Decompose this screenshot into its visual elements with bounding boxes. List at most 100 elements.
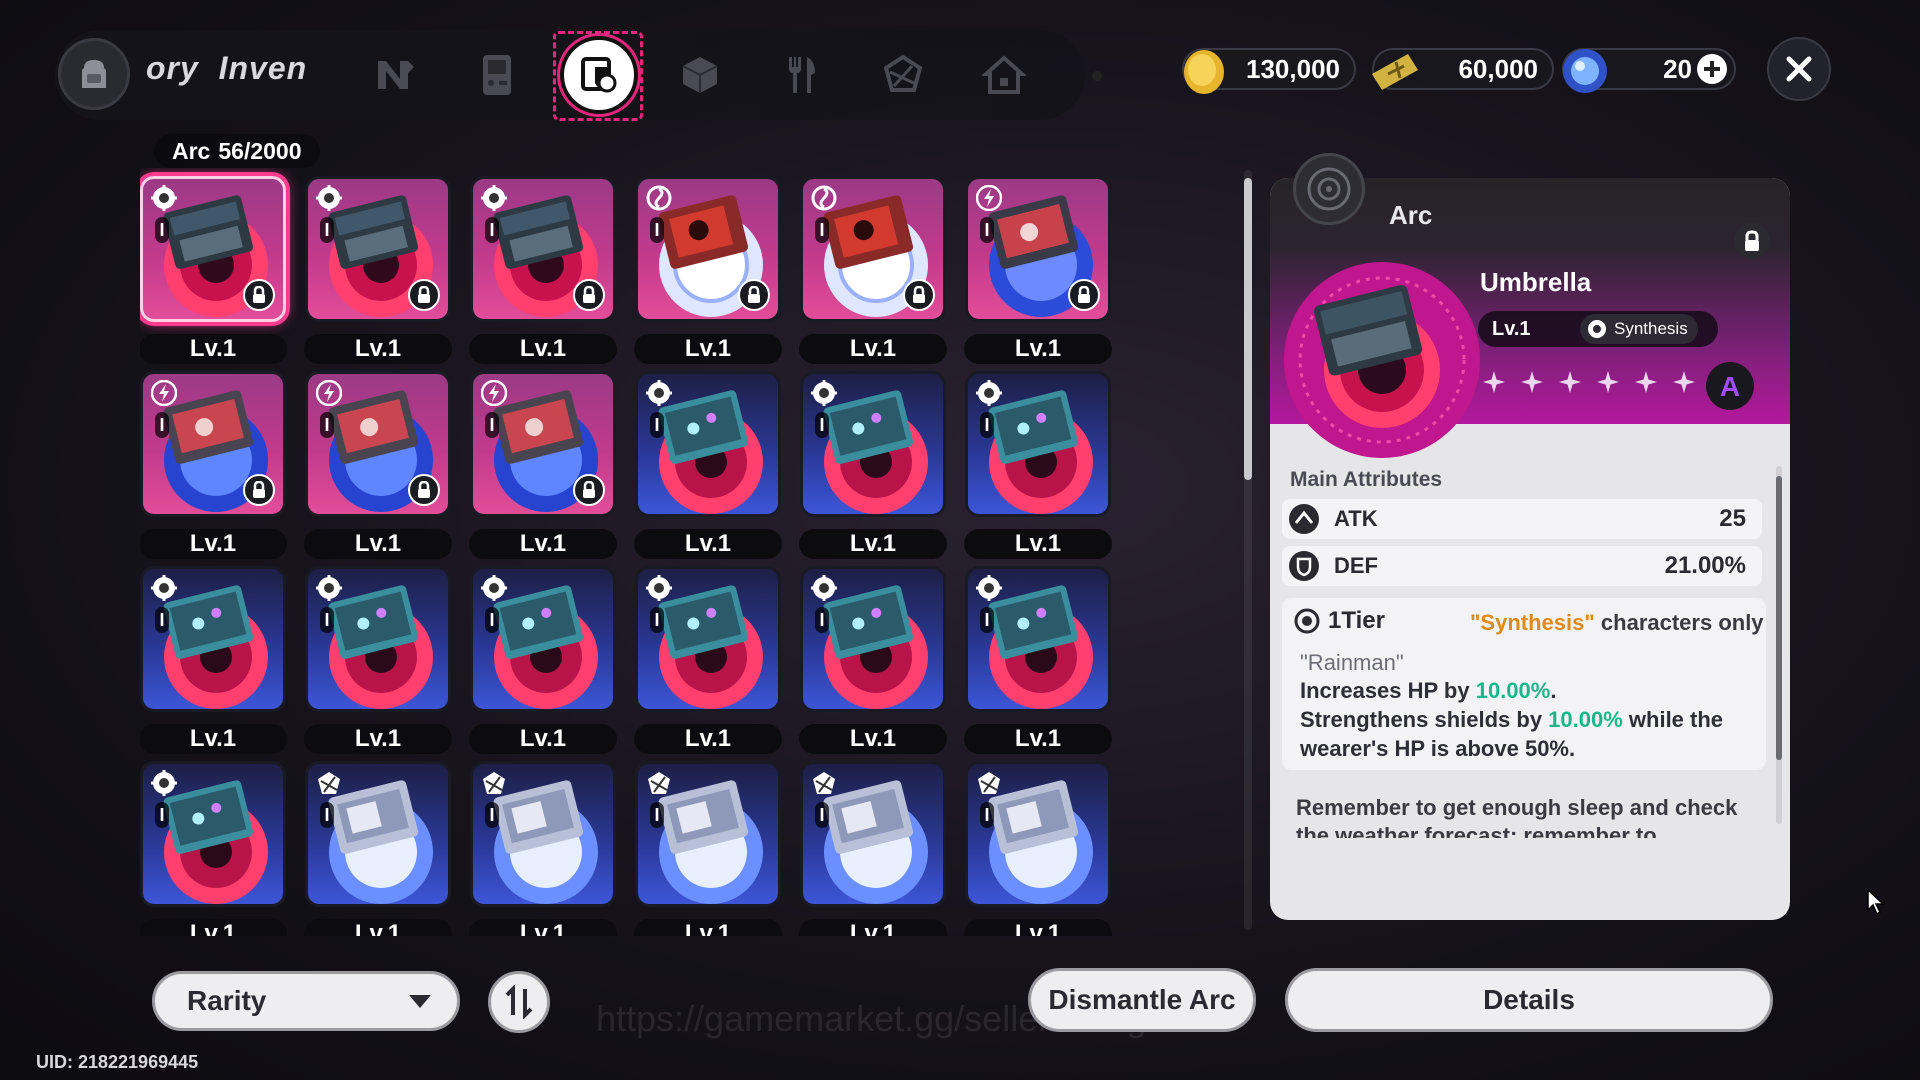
cube-icon[interactable]: [669, 44, 731, 106]
gear-icon: [976, 575, 1002, 601]
attr-value: 21.00%: [1664, 552, 1746, 579]
tier-row: 1Tier: [1294, 607, 1385, 635]
effect-text: while the: [1622, 707, 1724, 732]
arc-level-label: Lv.1: [634, 529, 782, 559]
arc-card[interactable]: I: [965, 761, 1111, 907]
details-button[interactable]: Details: [1285, 968, 1773, 1032]
gear-icon: [646, 575, 672, 601]
star-icon: [1521, 371, 1543, 393]
arc-card[interactable]: I: [140, 176, 286, 322]
effect-line-3: wearer's HP is above 50%.: [1300, 736, 1576, 761]
attr-row-def: DEF 21.00%: [1282, 546, 1762, 586]
spiral-icon: [646, 185, 672, 211]
arc-level-label: Lv.1: [634, 919, 782, 936]
arc-card[interactable]: I: [965, 371, 1111, 517]
console-icon[interactable]: [466, 44, 528, 106]
effect-text: Strengthens shields by: [1300, 707, 1549, 732]
arc-card[interactable]: I: [470, 176, 616, 322]
arc-card[interactable]: I: [305, 761, 451, 907]
gear-icon: [316, 575, 342, 601]
arc-card[interactable]: I: [965, 566, 1111, 712]
ticket-amount: 60,000: [1458, 53, 1538, 84]
effect-text: .: [1550, 678, 1557, 703]
rarity-dropdown[interactable]: Rarity: [152, 971, 460, 1031]
star-icon: [1483, 371, 1505, 393]
gear-icon: [151, 770, 177, 796]
arc-count-badge: Arc 56/2000: [154, 134, 320, 168]
detail-lock-icon[interactable]: [1734, 223, 1770, 259]
arc-card[interactable]: I: [470, 371, 616, 517]
arc-card[interactable]: I: [140, 371, 286, 517]
arc-level-label: Lv.1: [140, 919, 287, 936]
dismantle-arc-button[interactable]: Dismantle Arc: [1028, 968, 1256, 1032]
tier-marker: I: [320, 802, 334, 828]
backpack-icon[interactable]: [58, 38, 130, 110]
arc-level-label: Lv.1: [964, 529, 1112, 559]
gold-currency: 130,000: [1182, 48, 1356, 94]
arc-card[interactable]: I: [965, 176, 1111, 322]
effect-line-2: Strengthens shields by 10.00% while the: [1300, 707, 1723, 733]
tier-marker: I: [650, 217, 664, 243]
arc-card[interactable]: I: [470, 761, 616, 907]
tier-marker: I: [155, 607, 169, 633]
lock-icon: [408, 279, 440, 311]
bolt-icon: [976, 185, 1002, 211]
attr-row-atk: ATK 25: [1282, 499, 1762, 539]
arc-card[interactable]: I: [470, 566, 616, 712]
arc-card[interactable]: I: [800, 176, 946, 322]
arc-level-label: Lv.1: [469, 724, 617, 754]
close-button[interactable]: [1767, 37, 1831, 101]
arc-level-label: Lv.1: [469, 919, 617, 936]
tier-marker: I: [320, 412, 334, 438]
shard-icon: [483, 772, 505, 794]
gear-icon: [1588, 320, 1606, 338]
arc-card[interactable]: I: [635, 176, 781, 322]
n-logo-icon[interactable]: [365, 44, 427, 106]
shard-icon: [318, 772, 340, 794]
grid-scroll-thumb[interactable]: [1244, 178, 1252, 480]
star-icon: [1559, 371, 1581, 393]
gem-currency: 20: [1562, 48, 1736, 93]
arc-card[interactable]: I: [635, 371, 781, 517]
arc-card[interactable]: I: [140, 761, 286, 907]
tier-marker: I: [650, 607, 664, 633]
house-icon[interactable]: [973, 44, 1035, 106]
arc-level-label: Lv.1: [964, 724, 1112, 754]
detail-category: Arc: [1389, 200, 1433, 230]
shard-icon[interactable]: [872, 44, 934, 106]
arc-card[interactable]: I: [800, 371, 946, 517]
mouse-cursor-icon: [1867, 888, 1885, 916]
arc-card[interactable]: I: [305, 176, 451, 322]
attr-label: DEF: [1334, 553, 1378, 578]
lock-icon: [573, 279, 605, 311]
sort-icon: [505, 985, 533, 1019]
def-icon: [1289, 551, 1319, 581]
tier-label: 1Tier: [1328, 607, 1385, 634]
arc-card[interactable]: I: [635, 566, 781, 712]
tier-requirement: "Synthesis" characters only: [1470, 610, 1764, 636]
tier-marker: I: [650, 802, 664, 828]
main-attributes-title: Main Attributes: [1290, 468, 1443, 491]
tier-req-rest: characters only: [1594, 610, 1764, 635]
atk-icon: [1289, 504, 1319, 534]
arc-card[interactable]: I: [305, 566, 451, 712]
arc-card[interactable]: I: [635, 761, 781, 907]
arc-level-label: Lv.1: [140, 724, 287, 754]
detail-scroll-thumb[interactable]: [1776, 476, 1782, 760]
gem-amount: 20: [1663, 53, 1692, 84]
arc-card[interactable]: I: [305, 371, 451, 517]
gear-icon: [811, 575, 837, 601]
arc-record-icon[interactable]: [560, 36, 638, 114]
arc-card[interactable]: I: [140, 566, 286, 712]
tier-marker: I: [815, 802, 829, 828]
arc-card[interactable]: I: [800, 761, 946, 907]
gear-icon: [151, 575, 177, 601]
arc-card[interactable]: I: [800, 566, 946, 712]
item-name: Umbrella: [1480, 267, 1592, 297]
star-icon: [1635, 371, 1657, 393]
fork-knife-icon[interactable]: [770, 44, 832, 106]
add-gem-icon[interactable]: [1696, 53, 1728, 85]
bolt-icon: [316, 380, 342, 406]
sort-order-button[interactable]: [488, 971, 550, 1033]
flavor-text: Remember to get enough sleep and check t…: [1296, 795, 1738, 838]
